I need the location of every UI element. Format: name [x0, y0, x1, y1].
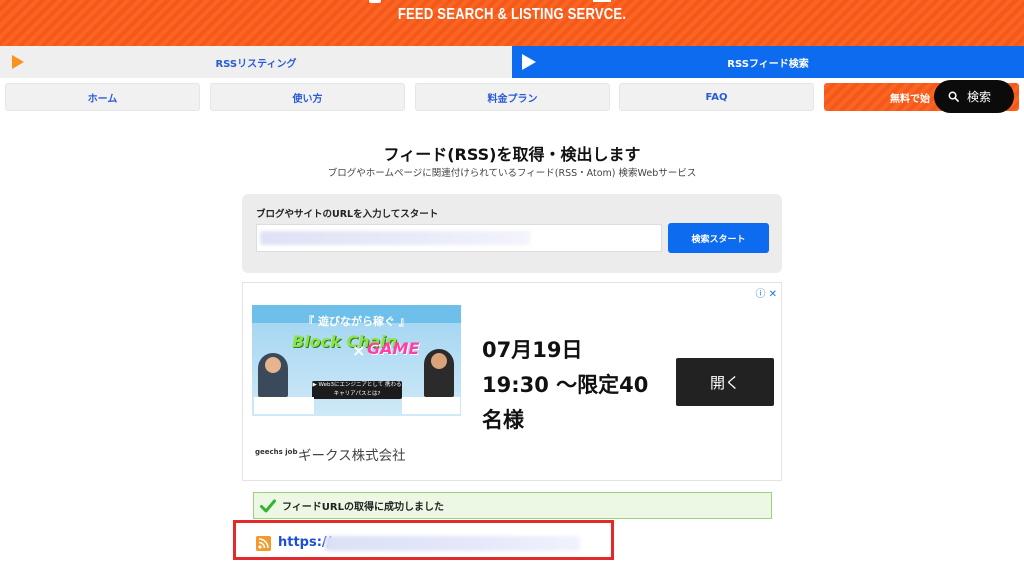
site-tagline: FEED SEARCH & LISTING SERVCE. — [397, 6, 627, 23]
banner-person-left — [258, 353, 288, 397]
play-triangle-icon — [522, 54, 536, 70]
ad-headline: 07月19日 19:30 〜限定40 名様 — [482, 333, 648, 438]
success-message: フィードURLの取得に成功しました — [253, 492, 772, 519]
rss-icon — [256, 536, 271, 551]
redacted-url-blur — [260, 231, 530, 245]
search-start-button[interactable]: 検索スタート — [668, 223, 769, 253]
success-text: フィードURLの取得に成功しました — [282, 502, 444, 513]
nav-faq[interactable]: FAQ — [619, 83, 814, 111]
search-icon — [948, 91, 959, 102]
tab-rss-feed-search[interactable]: RSSフィード検索 — [512, 46, 1024, 78]
banner-heading: 『 遊びながら稼ぐ 』 — [303, 315, 410, 328]
search-pill-label: 検索 — [967, 90, 992, 104]
tab-label: RSSフィード検索 — [727, 58, 809, 70]
advertiser-name: ギークス株式会社 — [298, 448, 406, 464]
nav-how-to-use[interactable]: 使い方 — [210, 83, 405, 111]
banner-cross: × — [352, 341, 366, 360]
banner-face — [265, 357, 281, 373]
ad-banner-image[interactable]: 『 遊びながら稼ぐ 』 Block Chain × GAME ▶ Web3にエン… — [252, 305, 461, 416]
check-icon — [260, 499, 276, 512]
ad-headline-line: 名様 — [482, 408, 524, 432]
page-title: フィード(RSS)を取得・検出します — [383, 145, 641, 164]
url-search-form: ブログやサイトのURLを入力してスタート 検索スタート — [242, 194, 782, 273]
tab-label: RSSリスティング — [215, 58, 297, 70]
banner-face — [431, 353, 447, 369]
site-header: FEED SEARCH & LISTING SERVCE. — [0, 0, 1024, 46]
redacted-feed-url-blur — [325, 536, 580, 551]
play-triangle-icon — [12, 55, 24, 69]
ad-headline-line: 07月19日 — [482, 338, 583, 362]
service-tabs: RSSリスティング RSSフィード検索 — [0, 46, 1024, 78]
nav-pricing[interactable]: 料金プラン — [415, 83, 610, 111]
logo-fragment — [369, 0, 381, 3]
feed-url-link[interactable]: https:// — [278, 535, 331, 550]
floating-search-button[interactable]: 検索 — [934, 80, 1014, 113]
advertiser-logo: geechs job — [255, 448, 298, 456]
banner-person-right — [424, 349, 454, 397]
banner-speaker-caption — [402, 397, 460, 414]
page-subtitle: ブログやホームページに関連付けられているフィード(RSS・Atom) 検索Web… — [327, 168, 697, 179]
ad-headline-line: 19:30 〜限定40 — [482, 373, 649, 397]
banner-game-text: GAME — [367, 339, 420, 358]
nav-home[interactable]: ホーム — [5, 83, 200, 111]
advertisement[interactable]: ⓘ ✕ 『 遊びながら稼ぐ 』 Block Chain × GAME ▶ Web… — [242, 282, 782, 481]
logo-fragment — [593, 0, 611, 2]
banner-caption-pill: ▶ Web3にエンジニアとして 携わるキャリアパスとは? — [312, 381, 402, 399]
ad-open-button[interactable]: 開く — [676, 358, 774, 406]
banner-speaker-caption — [254, 397, 314, 414]
ad-choices-icon[interactable]: ⓘ ✕ — [755, 285, 777, 300]
tab-rss-listing[interactable]: RSSリスティング — [0, 46, 512, 78]
url-input-label: ブログやサイトのURLを入力してスタート — [256, 209, 439, 220]
